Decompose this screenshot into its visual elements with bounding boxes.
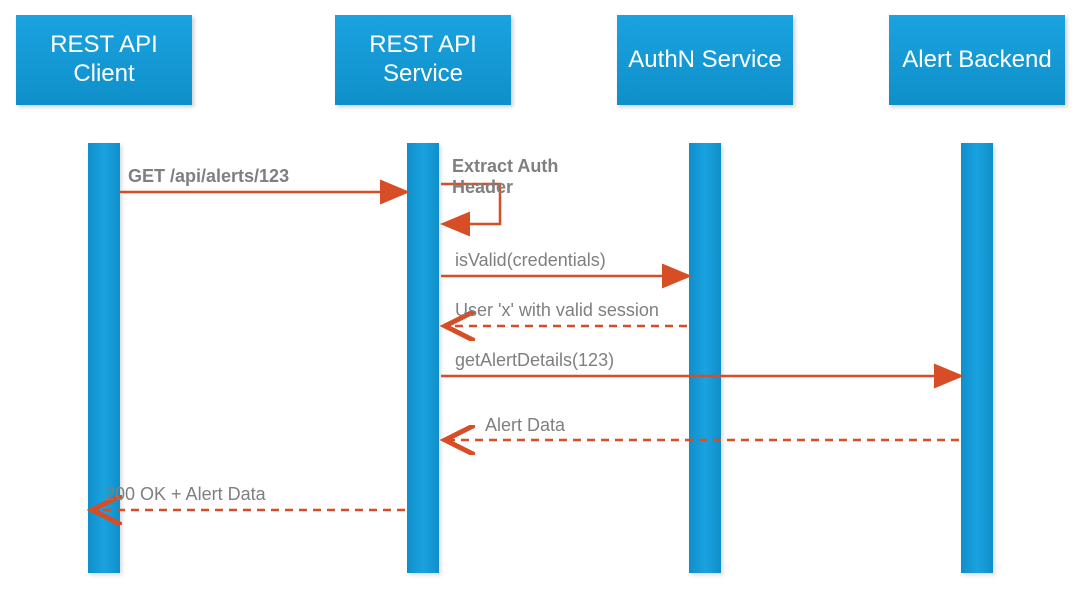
lifeline-backend <box>961 143 993 573</box>
msg-get-alert-details: getAlertDetails(123) <box>455 350 614 371</box>
msg-valid-session: User 'x' with valid session <box>455 300 659 321</box>
msg-isvalid: isValid(credentials) <box>455 250 606 271</box>
lifeline-client <box>88 143 120 573</box>
participant-client-label: REST API Client <box>20 31 188 89</box>
lifeline-authn <box>689 143 721 573</box>
participant-authn-label: AuthN Service <box>628 46 781 75</box>
msg-extract-auth: Extract Auth Header <box>452 156 558 197</box>
msg-get-alerts: GET /api/alerts/123 <box>128 166 289 187</box>
participant-client: REST API Client <box>16 15 192 105</box>
participant-backend-label: Alert Backend <box>902 46 1051 75</box>
lifeline-service <box>407 143 439 573</box>
msg-alert-data: Alert Data <box>485 415 565 436</box>
participant-service: REST API Service <box>335 15 511 105</box>
participant-backend: Alert Backend <box>889 15 1065 105</box>
msg-200-ok: 200 OK + Alert Data <box>105 484 266 505</box>
participant-service-label: REST API Service <box>339 31 507 89</box>
participant-authn: AuthN Service <box>617 15 793 105</box>
